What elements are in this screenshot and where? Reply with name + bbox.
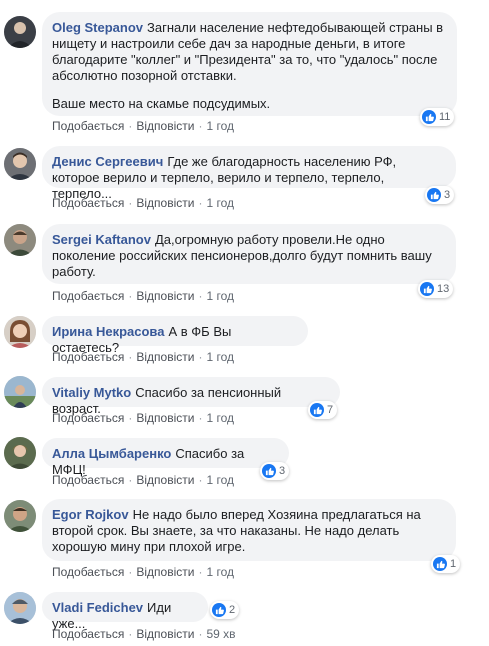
separator: · — [128, 627, 133, 641]
comment-bubble: Sergei Kaftanov Да,огромную работу провел… — [42, 224, 456, 284]
reply-link[interactable]: Відповісти — [136, 411, 194, 425]
like-link[interactable]: Подобається — [52, 196, 124, 210]
thumbs-up-icon — [427, 188, 441, 202]
like-link[interactable]: Подобається — [52, 289, 124, 303]
comment-author[interactable]: Egor Rojkov — [52, 507, 129, 522]
comment-bubble: Денис Сергеевич Где же благодарность насе… — [42, 146, 456, 201]
comment-author[interactable]: Vitaliy Mytko — [52, 385, 131, 400]
separator: · — [128, 196, 133, 210]
reaction-number: 3 — [444, 189, 451, 201]
reply-link[interactable]: Відповісти — [136, 119, 194, 133]
comment-actions: Подобається · Відповісти · 59 хв — [52, 626, 236, 642]
separator: · — [198, 196, 203, 210]
reply-link[interactable]: Відповісти — [136, 565, 194, 579]
reaction-count[interactable]: 7 — [308, 401, 338, 419]
avatar[interactable] — [4, 500, 36, 532]
reaction-count[interactable]: 13 — [418, 280, 454, 298]
timestamp[interactable]: 1 год — [206, 350, 234, 364]
reaction-count[interactable]: 11 — [420, 108, 455, 126]
like-link[interactable]: Подобається — [52, 350, 124, 364]
reaction-count[interactable]: 3 — [260, 462, 290, 480]
avatar[interactable] — [4, 437, 36, 469]
avatar[interactable] — [4, 148, 36, 180]
separator: · — [198, 627, 203, 641]
comment-author[interactable]: Sergei Kaftanov — [52, 232, 151, 247]
reaction-number: 7 — [327, 404, 334, 416]
thumbs-up-icon — [212, 603, 226, 617]
comment-actions: Подобається · Відповісти · 1 год — [52, 195, 234, 211]
thumbs-up-icon — [262, 464, 276, 478]
reply-link[interactable]: Відповісти — [136, 473, 194, 487]
comment-author[interactable]: Ирина Некрасова — [52, 324, 165, 339]
thumbs-up-icon — [420, 282, 434, 296]
reaction-count[interactable]: 3 — [425, 186, 455, 204]
reaction-number: 2 — [229, 604, 236, 616]
separator: · — [198, 565, 203, 579]
comment-author[interactable]: Oleg Stepanov — [52, 20, 143, 35]
comment-actions: Подобається · Відповісти · 1 год — [52, 564, 234, 580]
timestamp[interactable]: 1 год — [206, 289, 234, 303]
reaction-number: 13 — [437, 283, 450, 295]
reaction-number: 3 — [279, 465, 286, 477]
separator: · — [198, 473, 203, 487]
separator: · — [198, 119, 203, 133]
comment-actions: Подобається · Відповісти · 1 год — [52, 118, 234, 134]
comment-bubble: Egor Rojkov Не надо было вперед Хозяина п… — [42, 499, 456, 561]
comment-bubble: Ирина Некрасова А в ФБ Вы остаетесь? — [42, 316, 308, 355]
comment-bubble: Vladi Fedichev Иди уже... — [42, 592, 208, 631]
thumbs-up-icon — [310, 403, 324, 417]
reply-link[interactable]: Відповісти — [136, 350, 194, 364]
separator: · — [128, 411, 133, 425]
comment-bubble: Алла Цымбаренко Спасибо за МФЦ! — [42, 438, 289, 477]
timestamp[interactable]: 59 хв — [206, 627, 235, 641]
timestamp[interactable]: 1 год — [206, 196, 234, 210]
like-link[interactable]: Подобається — [52, 119, 124, 133]
comment-actions: Подобається · Відповісти · 1 год — [52, 472, 234, 488]
separator: · — [198, 411, 203, 425]
timestamp[interactable]: 1 год — [206, 473, 234, 487]
separator: · — [128, 473, 133, 487]
timestamp[interactable]: 1 год — [206, 411, 234, 425]
comment-author[interactable]: Vladi Fedichev — [52, 600, 143, 615]
reply-link[interactable]: Відповісти — [136, 627, 194, 641]
reaction-count[interactable]: 1 — [431, 555, 461, 573]
avatar[interactable] — [4, 316, 36, 348]
separator: · — [128, 289, 133, 303]
avatar[interactable] — [4, 376, 36, 408]
timestamp[interactable]: 1 год — [206, 119, 234, 133]
like-link[interactable]: Подобається — [52, 473, 124, 487]
avatar[interactable] — [4, 592, 36, 624]
thumbs-up-icon — [422, 110, 436, 124]
separator: · — [128, 350, 133, 364]
comment-text-paragraph: Ваше место на скамье подсудимых. — [52, 96, 271, 111]
comment-actions: Подобається · Відповісти · 1 год — [52, 410, 234, 426]
avatar[interactable] — [4, 16, 36, 48]
comment-author[interactable]: Денис Сергеевич — [52, 154, 163, 169]
thumbs-up-icon — [433, 557, 447, 571]
like-link[interactable]: Подобається — [52, 565, 124, 579]
reaction-number: 1 — [450, 558, 457, 570]
separator: · — [198, 289, 203, 303]
reply-link[interactable]: Відповісти — [136, 289, 194, 303]
separator: · — [198, 350, 203, 364]
avatar[interactable] — [4, 224, 36, 256]
reply-link[interactable]: Відповісти — [136, 196, 194, 210]
reaction-number: 11 — [439, 111, 451, 123]
comment-actions: Подобається · Відповісти · 1 год — [52, 288, 234, 304]
timestamp[interactable]: 1 год — [206, 565, 234, 579]
like-link[interactable]: Подобається — [52, 627, 124, 641]
separator: · — [128, 565, 133, 579]
comment-bubble: Vitaliy Mytko Спасибо за пенсионный возра… — [42, 377, 340, 416]
comment-bubble: Oleg Stepanov Загнали население нефтедобы… — [42, 12, 457, 116]
reaction-count[interactable]: 2 — [210, 601, 240, 619]
comment-actions: Подобається · Відповісти · 1 год — [52, 349, 234, 365]
separator: · — [128, 119, 133, 133]
like-link[interactable]: Подобається — [52, 411, 124, 425]
comment-author[interactable]: Алла Цымбаренко — [52, 446, 171, 461]
